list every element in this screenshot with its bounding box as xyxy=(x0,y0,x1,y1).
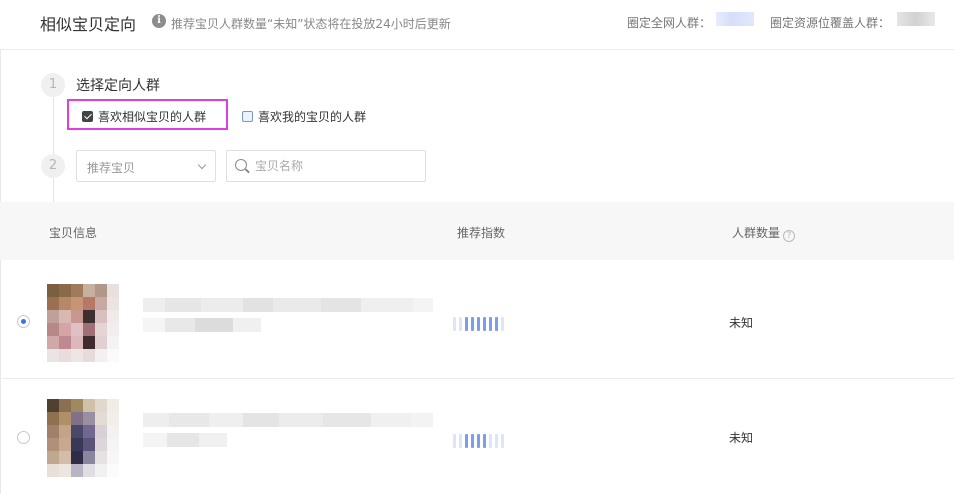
recommend-index-bar xyxy=(459,434,462,448)
recommend-index-bar xyxy=(483,317,486,331)
network-audience-value-redacted xyxy=(716,12,754,26)
audience-count: 未知 xyxy=(729,431,754,445)
item-title-redacted xyxy=(143,298,433,338)
resource-audience-value-redacted xyxy=(897,12,935,26)
select-value: 推荐宝贝 xyxy=(87,161,136,175)
help-icon[interactable]: ? xyxy=(783,230,796,242)
column-item-info: 宝贝信息 xyxy=(49,226,98,240)
recommend-index-bar xyxy=(495,317,498,331)
recommend-index-bar xyxy=(459,317,462,331)
item-thumbnail-redacted xyxy=(47,284,119,362)
recommend-index-meter xyxy=(453,317,504,331)
recommend-index-bar xyxy=(465,434,468,448)
column-audience-count-label: 人群数量 xyxy=(732,226,781,240)
checkbox-unchecked-icon[interactable] xyxy=(242,111,253,122)
step-1-badge: 1 xyxy=(41,73,65,97)
recommend-index-bar xyxy=(471,317,474,331)
recommend-index-meter xyxy=(453,434,504,448)
network-audience-label: 圈定全网人群： xyxy=(627,16,712,30)
recommend-index-bar xyxy=(453,434,456,448)
highlight-annotation xyxy=(67,99,228,130)
search-icon xyxy=(235,159,247,171)
resource-audience-label: 圈定资源位覆盖人群： xyxy=(770,16,891,30)
page-header: 相似宝贝定向 i 推荐宝贝人群数量“未知”状态将在投放24小时后更新 圈定全网人… xyxy=(0,0,954,50)
recommend-index-bar xyxy=(477,434,480,448)
item-search-box[interactable] xyxy=(226,150,426,182)
recommend-index-bar xyxy=(489,317,492,331)
option-label: 喜欢我的宝贝的人群 xyxy=(258,110,367,124)
recommend-index-bar xyxy=(495,434,498,448)
row-radio[interactable] xyxy=(17,431,30,444)
item-name-search-input[interactable] xyxy=(255,156,420,176)
recommend-index-bar xyxy=(489,434,492,448)
header-notice: 推荐宝贝人群数量“未知”状态将在投放24小时后更新 xyxy=(171,17,451,31)
step-connector-line xyxy=(53,96,54,202)
recommend-index-bar xyxy=(477,317,480,331)
recommend-index-bar xyxy=(501,434,504,448)
row-radio-selected[interactable] xyxy=(17,315,30,328)
audience-count: 未知 xyxy=(729,316,754,330)
item-thumbnail-redacted xyxy=(47,399,119,477)
table-header: 宝贝信息 推荐指数 人群数量? xyxy=(0,202,954,260)
chevron-down-icon xyxy=(197,160,207,170)
recommend-index-bar xyxy=(465,317,468,331)
table-row[interactable]: 未知 xyxy=(0,379,954,494)
recommend-items-select[interactable]: 推荐宝贝 xyxy=(76,150,216,182)
page-title: 相似宝贝定向 xyxy=(40,15,137,34)
step-1-title: 选择定向人群 xyxy=(76,78,160,94)
my-items-audience-option[interactable]: 喜欢我的宝贝的人群 xyxy=(242,108,366,125)
item-title-redacted xyxy=(143,413,433,453)
column-recommend-index: 推荐指数 xyxy=(457,226,506,240)
table-row[interactable]: 未知 xyxy=(0,262,954,380)
recommend-index-bar xyxy=(471,434,474,448)
column-audience-count: 人群数量? xyxy=(732,224,796,242)
info-icon: i xyxy=(152,14,166,28)
recommend-index-bar xyxy=(453,317,456,331)
recommend-index-bar xyxy=(483,434,486,448)
recommend-index-bar xyxy=(501,317,504,331)
step-2-badge: 2 xyxy=(41,154,65,178)
